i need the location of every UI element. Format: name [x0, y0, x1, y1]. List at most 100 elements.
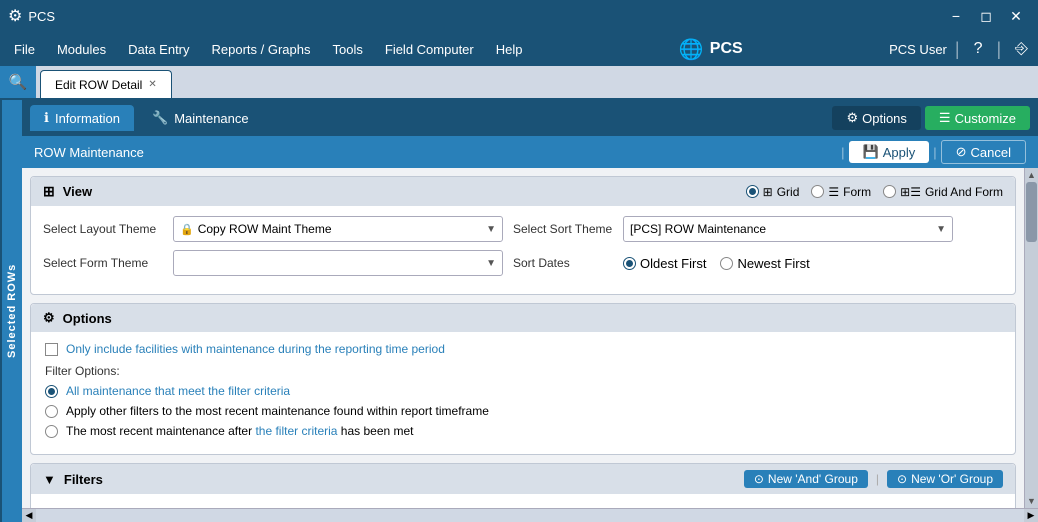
title-bar-controls: − ◻ ✕ [942, 2, 1030, 30]
menu-field-computer[interactable]: Field Computer [375, 38, 484, 61]
tab-close-icon[interactable]: ✕ [148, 79, 156, 90]
oldest-first-label: Oldest First [640, 256, 706, 271]
scroll-thumb[interactable] [1026, 182, 1037, 242]
menu-help[interactable]: Help [486, 38, 533, 61]
apply-other-filters-radio[interactable] [45, 405, 58, 418]
tab-edit-row-detail[interactable]: Edit ROW Detail ✕ [40, 70, 172, 98]
divider-2: | [996, 39, 1001, 60]
form-theme-row: Select Form Theme ▼ Sort Dates Oldest Fi… [43, 250, 1003, 276]
form-theme-select[interactable]: ▼ [173, 250, 503, 276]
filters-header: ▼ Filters ⊙ New 'And' Group | ⊙ New ' [31, 464, 1015, 494]
and-group-icon: ⊙ [754, 472, 764, 486]
menu-file[interactable]: File [4, 38, 45, 61]
most-recent-after-radio[interactable] [45, 425, 58, 438]
form-icon: ☰ [828, 185, 839, 199]
cancel-button[interactable]: ⊘ Cancel [941, 140, 1026, 164]
tab-information[interactable]: ℹ Information [30, 105, 134, 131]
right-scrollbar[interactable]: ▲ ▼ [1024, 168, 1038, 508]
radio-most-recent-after[interactable]: The most recent maintenance after the fi… [45, 424, 1001, 438]
newest-first-option[interactable]: Newest First [720, 256, 809, 271]
include-facilities-checkbox-row[interactable]: Only include facilities with maintenance… [45, 342, 1001, 356]
layout-theme-select[interactable]: 🔒 Copy ROW Maint Theme ▼ [173, 216, 503, 242]
title-bar: ⚙ PCS − ◻ ✕ [0, 0, 1038, 32]
all-maintenance-radio[interactable] [45, 385, 58, 398]
sidebar-label: Selected ROWs [6, 264, 18, 358]
sort-dates-label: Sort Dates [513, 256, 613, 270]
selected-rows-sidebar[interactable]: Selected ROWs [0, 100, 22, 522]
customize-icon: ☰ [939, 110, 951, 126]
view-title: View [63, 184, 92, 199]
apply-button[interactable]: 💾 Apply [849, 141, 930, 163]
sort-theme-select[interactable]: [PCS] ROW Maintenance ▼ [623, 216, 953, 242]
tab-label: Edit ROW Detail [55, 78, 142, 92]
options-section: ⚙ Options Only include facilities with m… [30, 303, 1016, 455]
oldest-first-option[interactable]: Oldest First [623, 256, 706, 271]
filter-criteria-text: the filter criteria [255, 424, 337, 438]
help-button[interactable]: ? [968, 38, 989, 60]
scroll-right-button[interactable]: ▶ [1024, 509, 1038, 522]
options-gear-icon: ⚙ [43, 310, 55, 326]
most-recent-after-label: The most recent maintenance after the fi… [66, 424, 414, 438]
view-mode-options: ⊞ Grid ☰ Form ⊞☰ Grid And [746, 185, 1003, 199]
scroll-up-button[interactable]: ▲ [1025, 168, 1038, 182]
minimize-button[interactable]: − [942, 2, 970, 30]
filter-icon: ▼ [43, 472, 56, 487]
cancel-icon: ⊘ [956, 144, 967, 160]
scroll-down-button[interactable]: ▼ [1025, 494, 1038, 508]
grid-form-radio[interactable] [883, 185, 896, 198]
menu-tools[interactable]: Tools [323, 38, 373, 61]
include-facilities-checkbox[interactable] [45, 343, 58, 356]
menu-modules[interactable]: Modules [47, 38, 116, 61]
menu-data-entry[interactable]: Data Entry [118, 38, 199, 61]
close-button[interactable]: ✕ [1002, 2, 1030, 30]
divider-1: | [955, 39, 960, 60]
filters-section: ▼ Filters ⊙ New 'And' Group | ⊙ New ' [30, 463, 1016, 508]
apply-other-filters-label: Apply other filters to the most recent m… [66, 404, 489, 418]
scroll-left-button[interactable]: ◀ [22, 509, 36, 522]
layout-theme-row: Select Layout Theme 🔒 Copy ROW Maint The… [43, 216, 1003, 242]
options-button[interactable]: ⚙ Options [832, 106, 920, 130]
dropdown-arrow-form: ▼ [486, 258, 496, 269]
new-and-group-button[interactable]: ⊙ New 'And' Group [744, 470, 868, 488]
user-label: PCS User [889, 42, 947, 57]
brand-name: PCS [710, 40, 743, 58]
dropdown-arrow-layout: ▼ [486, 224, 496, 235]
sub-action-bar: ROW Maintenance | 💾 Apply | ⊘ Cancel [22, 136, 1038, 168]
table-icon: ⊞ [43, 183, 55, 200]
search-button[interactable]: 🔍 [0, 66, 36, 98]
filters-header-right: ⊙ New 'And' Group | ⊙ New 'Or' Group [744, 470, 1003, 488]
newest-first-radio[interactable] [720, 257, 733, 270]
menu-reports-graphs[interactable]: Reports / Graphs [202, 38, 321, 61]
sub-divider-1: | [841, 145, 844, 160]
layout-theme-label: Select Layout Theme [43, 222, 163, 236]
app-icon: ⚙ [8, 6, 22, 26]
new-or-group-button[interactable]: ⊙ New 'Or' Group [887, 470, 1003, 488]
menu-right: PCS User | ? | ⎆ [889, 38, 1034, 60]
options-header: ⚙ Options [31, 304, 1015, 332]
maintenance-label: Maintenance [174, 111, 248, 126]
filters-header-left: ▼ Filters [43, 472, 103, 487]
filters-title: Filters [64, 472, 103, 487]
form-radio[interactable] [811, 185, 824, 198]
view-mode-grid[interactable]: ⊞ Grid [746, 185, 800, 199]
view-mode-form[interactable]: ☰ Form [811, 185, 871, 199]
filter-options-label: Filter Options: [45, 364, 1001, 378]
pcs-brand: 🌐 PCS [679, 37, 743, 62]
radio-all-maintenance[interactable]: All maintenance that meet the filter cri… [45, 384, 1001, 398]
restore-button[interactable]: ◻ [972, 2, 1000, 30]
menu-items: File Modules Data Entry Reports / Graphs… [4, 38, 533, 61]
oldest-first-radio[interactable] [623, 257, 636, 270]
grid-radio[interactable] [746, 185, 759, 198]
filter-divider: | [876, 472, 879, 486]
information-label: Information [55, 111, 120, 126]
customize-button[interactable]: ☰ Customize [925, 106, 1030, 130]
tab-maintenance[interactable]: 🔧 Maintenance [138, 105, 263, 131]
radio-apply-other-filters[interactable]: Apply other filters to the most recent m… [45, 404, 1001, 418]
scroll-area: ⊞ View ⊞ Grid ☰ F [22, 168, 1024, 508]
logout-button[interactable]: ⎆ [1009, 38, 1034, 60]
view-section: ⊞ View ⊞ Grid ☰ F [30, 176, 1016, 295]
view-mode-grid-and-form[interactable]: ⊞☰ Grid And Form [883, 185, 1003, 199]
sort-dates-options: Oldest First Newest First [623, 256, 810, 271]
all-maintenance-label: All maintenance that meet the filter cri… [66, 384, 290, 398]
sort-theme-label: Select Sort Theme [513, 222, 613, 236]
